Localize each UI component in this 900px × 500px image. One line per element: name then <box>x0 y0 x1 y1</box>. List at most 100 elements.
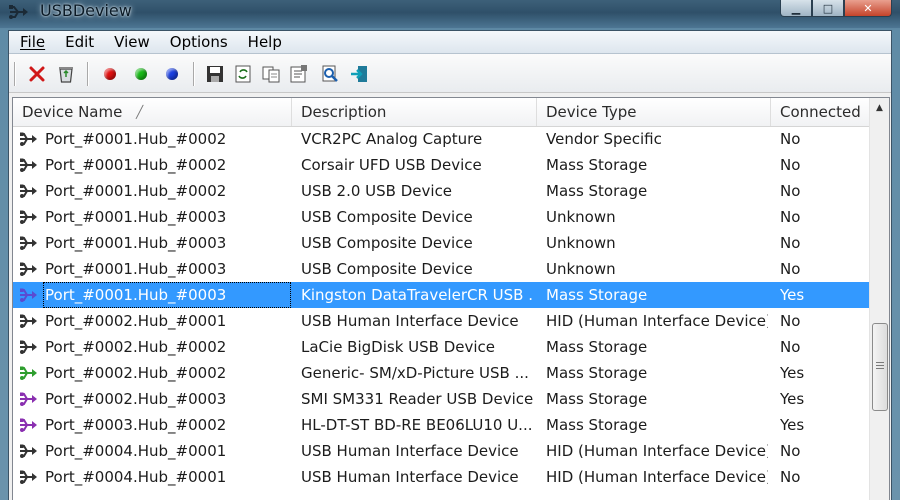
device-name-cell: Port_#0001.Hub_#0002 <box>45 130 227 148</box>
device-type-cell: Mass Storage <box>546 338 648 356</box>
usb-device-icon <box>20 366 37 380</box>
description-cell: VCR2PC Analog Capture <box>301 130 483 148</box>
grip-line <box>876 365 884 366</box>
device-name-cell: Port_#0001.Hub_#0002 <box>45 156 227 174</box>
column-header-connected[interactable]: Connected <box>771 98 869 126</box>
table-row[interactable]: Port_#0004.Hub_#0001 USB Human Interface … <box>13 438 869 464</box>
toolbar-separator <box>87 62 89 86</box>
arrow-up-icon: ▲ <box>876 103 883 113</box>
toolbar <box>9 54 891 93</box>
title-bar[interactable]: USBDeview ▁ □ ✕ <box>0 0 900 28</box>
recycle-icon <box>59 67 73 83</box>
app-window: USBDeview ▁ □ ✕ File Edit View Options H… <box>0 0 900 500</box>
menu-edit[interactable]: Edit <box>55 31 104 53</box>
refresh-button[interactable] <box>232 63 254 85</box>
table-row[interactable]: Port_#0001.Hub_#0002 USB 2.0 USB Device Ma… <box>13 178 869 204</box>
device-name-cell: Port_#0001.Hub_#0003 <box>45 208 227 226</box>
table-row[interactable]: Port_#0003.Hub_#0002 HL-DT-ST BD-RE BE06L… <box>13 412 869 438</box>
delete-button[interactable] <box>26 63 48 85</box>
green-dot-button[interactable] <box>130 63 152 85</box>
column-header-row: Device Name ╱ Description Device Type Co… <box>13 98 869 127</box>
table-row[interactable]: Port_#0001.Hub_#0003 USB Composite Device… <box>13 256 869 282</box>
table-row[interactable]: Port_#0001.Hub_#0002 Corsair UFD USB Devi… <box>13 152 869 178</box>
connected-cell: No <box>780 234 801 252</box>
device-name-cell: Port_#0004.Hub_#0001 <box>45 442 227 460</box>
table-row[interactable]: Port_#0004.Hub_#0001 USB Human Interface … <box>13 464 869 490</box>
device-type-cell: HID (Human Interface Device) <box>546 312 768 330</box>
menu-file[interactable]: File <box>9 31 55 53</box>
menu-bar: File Edit View Options Help <box>9 31 891 54</box>
column-header-device-name[interactable]: Device Name ╱ <box>13 98 292 126</box>
column-header-description[interactable]: Description <box>292 98 537 126</box>
description-cell: USB Human Interface Device <box>301 312 519 330</box>
device-list[interactable]: Device Name ╱ Description Device Type Co… <box>12 97 890 500</box>
connected-cell: No <box>780 338 801 356</box>
table-row[interactable]: Port_#0002.Hub_#0002 Generic- SM/xD-Pictu… <box>13 360 869 386</box>
usb-device-icon <box>20 470 37 484</box>
usb-device-icon <box>20 132 37 146</box>
table-row[interactable]: Port_#0002.Hub_#0003 SMI SM331 Reader USB… <box>13 386 869 412</box>
column-header-device-type[interactable]: Device Type <box>537 98 771 126</box>
usb-device-icon <box>20 262 37 276</box>
table-row[interactable]: Port_#0001.Hub_#0003 USB Composite Device… <box>13 230 869 256</box>
save-icon <box>207 66 223 82</box>
connected-cell: Yes <box>780 390 805 408</box>
table-row[interactable]: Port_#0001.Hub_#0003 Kingston DataTravele… <box>13 282 869 308</box>
description-cell: Kingston DataTravelerCR USB ... <box>301 286 533 304</box>
menu-help[interactable]: Help <box>238 31 292 53</box>
usb-device-icon <box>20 418 37 432</box>
copy-button[interactable] <box>260 63 282 85</box>
window-title: USBDeview <box>40 1 132 20</box>
device-name-cell: Port_#0004.Hub_#0001 <box>45 468 227 486</box>
device-type-cell: HID (Human Interface Device) <box>546 442 768 460</box>
column-header-label: Connected <box>780 103 861 121</box>
red-dot-icon <box>104 68 116 80</box>
device-type-cell: Unknown <box>546 260 616 278</box>
connected-cell: No <box>780 312 801 330</box>
description-cell: USB Composite Device <box>301 234 473 252</box>
usb-device-icon <box>20 392 37 406</box>
green-dot-icon <box>135 68 147 80</box>
device-name-cell: Port_#0003.Hub_#0002 <box>45 416 227 434</box>
device-type-cell: Unknown <box>546 208 616 226</box>
table-row[interactable]: Port_#0001.Hub_#0003 USB Composite Device… <box>13 204 869 230</box>
connected-cell: No <box>780 442 801 460</box>
connected-cell: Yes <box>780 364 805 382</box>
exit-button[interactable] <box>348 63 370 85</box>
column-header-label: Device Type <box>546 103 637 121</box>
maximize-button[interactable]: □ <box>812 0 844 17</box>
scroll-up-button[interactable]: ▲ <box>870 98 889 118</box>
vertical-scrollbar[interactable]: ▲ <box>869 98 889 500</box>
recycle-button[interactable] <box>55 63 77 85</box>
menu-view[interactable]: View <box>104 31 160 53</box>
table-row[interactable]: Port_#0002.Hub_#0002 LaCie BigDisk USB De… <box>13 334 869 360</box>
table-row[interactable]: Port_#0001.Hub_#0002 VCR2PC Analog Captur… <box>13 126 869 152</box>
device-name-cell: Port_#0001.Hub_#0002 <box>45 182 227 200</box>
properties-button[interactable] <box>288 63 310 85</box>
menu-options[interactable]: Options <box>160 31 238 53</box>
minimize-button[interactable]: ▁ <box>780 0 812 17</box>
description-cell: USB 2.0 USB Device <box>301 182 453 200</box>
table-row[interactable]: Port_#0002.Hub_#0001 USB Human Interface … <box>13 308 869 334</box>
close-button[interactable]: ✕ <box>844 0 892 17</box>
usb-device-icon <box>20 340 37 354</box>
device-type-cell: Mass Storage <box>546 390 648 408</box>
red-dot-button[interactable] <box>99 63 121 85</box>
save-button[interactable] <box>204 63 226 85</box>
blue-dot-button[interactable] <box>161 63 183 85</box>
connected-cell: No <box>780 182 801 200</box>
grip-line <box>876 362 884 363</box>
device-name-cell: Port_#0002.Hub_#0002 <box>45 338 227 356</box>
device-name-cell: Port_#0002.Hub_#0003 <box>45 390 227 408</box>
find-button[interactable] <box>319 63 341 85</box>
close-icon: ✕ <box>863 1 873 15</box>
device-type-cell: Mass Storage <box>546 364 648 382</box>
grip-line <box>876 368 884 369</box>
exit-icon <box>351 66 367 82</box>
description-cell: LaCie BigDisk USB Device <box>301 338 496 356</box>
scroll-thumb[interactable] <box>872 323 888 411</box>
delete-icon <box>29 66 45 82</box>
usb-device-icon <box>20 444 37 458</box>
device-type-cell: HID (Human Interface Device) <box>546 468 768 486</box>
connected-cell: No <box>780 208 801 226</box>
